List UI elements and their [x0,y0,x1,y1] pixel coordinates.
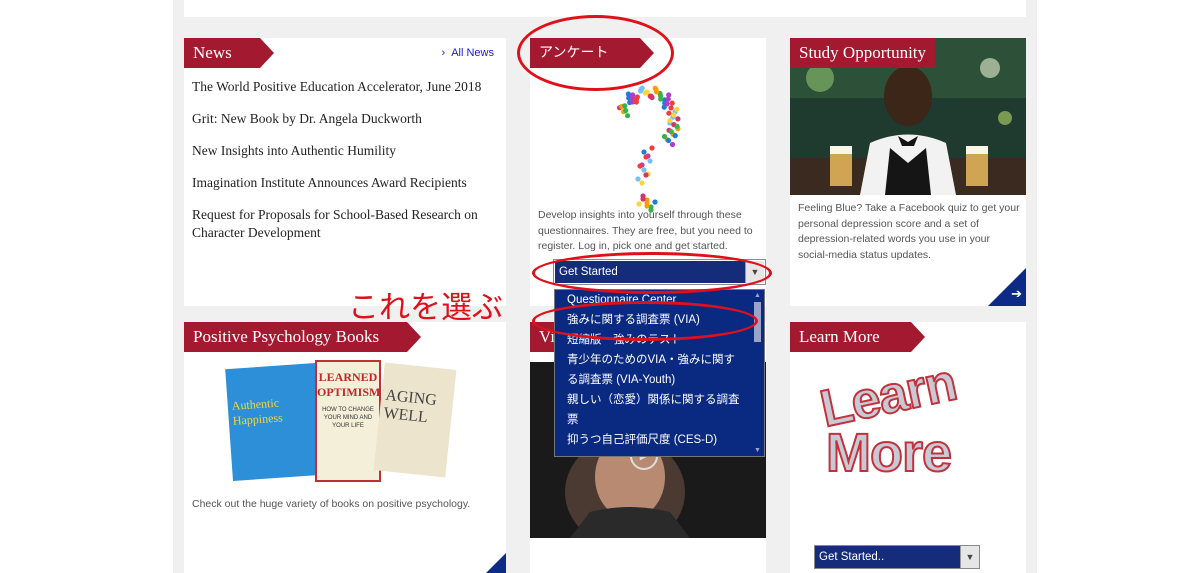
question-dot [661,133,668,140]
news-item[interactable]: Grit: New Book by Dr. Angela Duckworth [192,110,502,128]
question-dot [664,101,670,107]
question-dot [622,103,628,109]
books-card: Positive Psychology Books Authentic Happ… [184,322,506,573]
all-news-link[interactable]: › All News [442,47,494,59]
question-dot [641,167,647,173]
books-image: Authentic Happiness LEARNED OPTIMISM HOW… [225,356,469,486]
question-dot [623,107,629,114]
more-word: More [825,422,953,484]
question-dot [652,199,658,205]
question-dot [669,100,675,106]
news-item[interactable]: The World Positive Education Accelerator… [192,78,502,96]
question-dot [634,94,640,100]
study-card: Study Opportunity Feeling Blue? Take a F… [790,38,1026,306]
scroll-up-icon[interactable]: ▲ [753,292,762,299]
question-dot [639,85,645,91]
question-dot [637,163,643,169]
question-dot [643,172,649,178]
study-more-button[interactable]: ➔ [988,268,1026,306]
learn-more-card: Learn More Learn More Get Started.. ▼ [790,322,1026,573]
dropdown-option[interactable]: 青少年のためのVIA・強みに関する調査票 (VIA-Youth) [555,350,764,390]
news-ribbon: News [184,38,274,68]
study-description: Feeling Blue? Take a Facebook quiz to ge… [798,202,1020,261]
question-dot [672,133,678,139]
annotation-label: これを選ぶ [348,290,503,326]
question-dot [649,145,655,151]
learn-more-title: Learn More [799,327,880,346]
chevron-down-icon[interactable]: ▼ [960,546,979,568]
news-card: News › All News The World Positive Educat… [184,38,506,306]
news-title: News [193,43,232,62]
question-dot [668,105,674,111]
question-dot [665,96,671,102]
arrow-right-icon: ➔ [1011,286,1022,301]
question-dot [674,123,680,129]
books-description: Check out the huge variety of books on p… [192,498,471,510]
learn-more-art: Learn More [796,352,1020,502]
question-dot [644,89,650,95]
question-dot [649,94,655,101]
question-dot [639,180,645,186]
question-dot [625,113,631,119]
news-item[interactable]: Imagination Institute Announces Award Re… [192,174,502,192]
question-dot [630,92,636,98]
question-dot [636,201,642,207]
book-cover-aging-well: AGING WELL [373,362,457,478]
books-more-button[interactable] [486,553,506,573]
study-title: Study Opportunity [799,43,927,62]
question-dot [675,116,681,122]
question-dot [640,196,646,202]
learn-more-ribbon: Learn More [790,322,925,352]
chevron-right-icon: › [441,47,446,59]
question-dot [641,149,647,155]
question-dot [666,110,672,116]
question-dot [667,118,673,124]
question-dot [643,154,649,160]
ribbon-tail [260,38,274,68]
news-item[interactable]: New Insights into Authentic Humility [192,142,502,160]
annotation-oval-title [517,15,674,91]
study-ribbon: Study Opportunity [790,38,935,68]
question-dot [669,141,676,148]
question-dot [671,112,677,118]
news-list: The World Positive Education Accelerator… [192,78,502,256]
annotation-oval-select [532,252,772,294]
question-dot [674,106,680,112]
question-dot [654,89,660,95]
question-dot [635,176,641,182]
question-dot [668,129,674,135]
book-cover-learned-optimism: LEARNED OPTIMISM HOW TO CHANGE YOUR MIND… [315,360,381,482]
question-dot [658,96,664,102]
dropdown-option[interactable]: 抑うつ自己評価尺度 (CES-D) [555,430,764,450]
news-item[interactable]: Request for Proposals for School-Based R… [192,206,502,242]
book-cover-authentic-happiness: Authentic Happiness [225,362,323,482]
question-mark-image [617,85,681,213]
books-title: Positive Psychology Books [193,327,380,346]
annotation-oval-option [532,301,758,341]
question-dot [665,137,672,144]
survey-description: Develop insights into yourself through t… [538,209,753,252]
dropdown-option[interactable]: 親しい（恋愛）関係に関する調査票 [555,390,764,430]
learn-more-select[interactable]: Get Started.. ▼ [814,545,980,569]
question-dot [647,158,653,164]
scroll-down-icon[interactable]: ▼ [753,447,762,454]
ribbon-tail [911,322,925,352]
